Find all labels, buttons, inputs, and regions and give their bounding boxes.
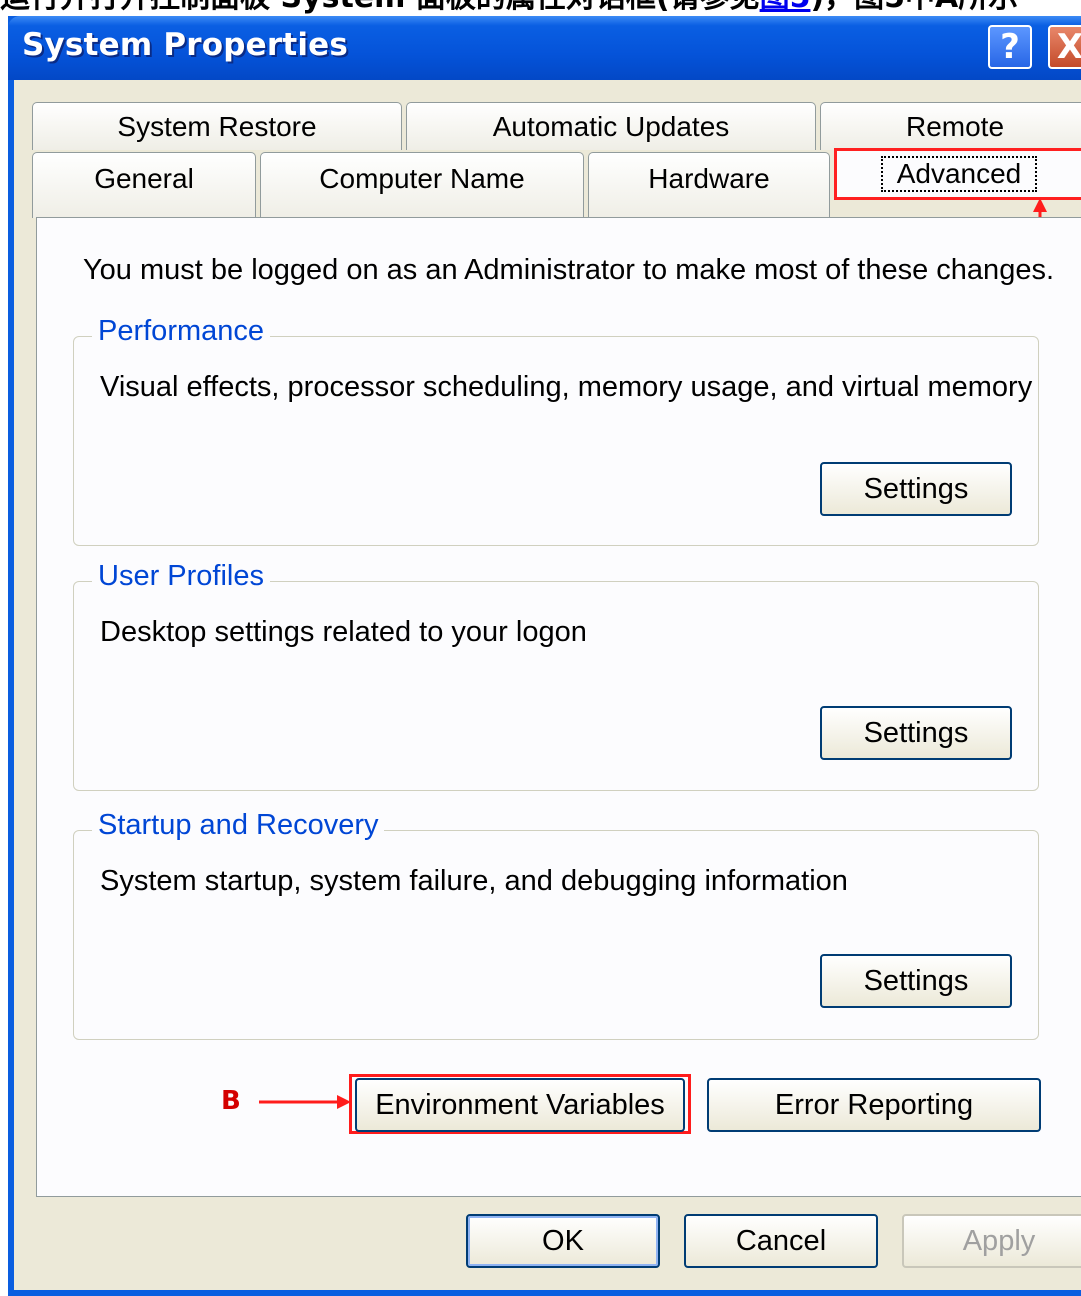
- tab-remote[interactable]: Remote: [820, 102, 1081, 150]
- caption-text: 运行并打开控制面板 System 面板的属性对话框(请参见: [0, 0, 760, 15]
- caption-text-end: )，图5中A所示: [810, 0, 1018, 15]
- dialog-client: System Restore Automatic Updates Remote …: [14, 80, 1081, 1290]
- startup-recovery-group: Startup and Recovery System startup, sys…: [73, 809, 1039, 1040]
- tab-label: General: [94, 163, 194, 194]
- user-profiles-group-title: User Profiles: [92, 560, 270, 593]
- performance-group-title: Performance: [92, 315, 271, 348]
- tab-computer-name[interactable]: Computer Name: [260, 152, 584, 218]
- user-profiles-group: User Profiles Desktop settings related t…: [73, 560, 1039, 791]
- advanced-tab-panel: You must be logged on as an Administrato…: [36, 217, 1081, 1197]
- annotation-label-b: B: [221, 1086, 241, 1116]
- help-icon: ?: [1000, 27, 1020, 67]
- performance-description: Visual effects, processor scheduling, me…: [100, 371, 1033, 403]
- title-bar[interactable]: System Properties ? X: [8, 16, 1081, 80]
- tab-general[interactable]: General: [32, 152, 256, 218]
- user-profiles-description: Desktop settings related to your logon: [100, 616, 587, 648]
- tab-advanced[interactable]: Advanced: [834, 148, 1081, 200]
- close-icon: X: [1056, 27, 1081, 67]
- environment-variables-button[interactable]: Environment Variables: [355, 1078, 685, 1132]
- cancel-button[interactable]: Cancel: [684, 1214, 878, 1268]
- window-title: System Properties: [22, 27, 349, 63]
- error-reporting-button[interactable]: Error Reporting: [707, 1078, 1041, 1132]
- tab-label: Remote: [905, 110, 1005, 142]
- close-button[interactable]: X: [1048, 25, 1081, 69]
- performance-group: Performance Visual effects, processor sc…: [73, 315, 1039, 546]
- startup-recovery-settings-button[interactable]: Settings: [820, 954, 1012, 1008]
- system-properties-window: System Properties ? X System Restore Aut…: [8, 16, 1081, 1296]
- tab-system-restore[interactable]: System Restore: [32, 102, 402, 150]
- tab-hardware[interactable]: Hardware: [588, 152, 830, 218]
- tab-label: Automatic Updates: [492, 110, 730, 142]
- annotation-arrow-b: [259, 1095, 351, 1109]
- startup-recovery-group-title: Startup and Recovery: [92, 809, 385, 842]
- help-button[interactable]: ?: [988, 25, 1032, 69]
- startup-recovery-description: System startup, system failure, and debu…: [100, 865, 848, 897]
- tab-label: Advanced: [880, 156, 1038, 192]
- apply-button[interactable]: Apply: [902, 1214, 1081, 1268]
- performance-settings-button[interactable]: Settings: [820, 462, 1012, 516]
- admin-notice: You must be logged on as an Administrato…: [83, 254, 1055, 286]
- tab-automatic-updates[interactable]: Automatic Updates: [406, 102, 816, 150]
- tab-label: Computer Name: [319, 163, 525, 194]
- tab-label: System Restore: [117, 110, 317, 142]
- user-profiles-settings-button[interactable]: Settings: [820, 706, 1012, 760]
- caption-link[interactable]: 图5: [760, 0, 811, 15]
- ok-button[interactable]: OK: [466, 1214, 660, 1268]
- tab-label: Hardware: [648, 163, 770, 194]
